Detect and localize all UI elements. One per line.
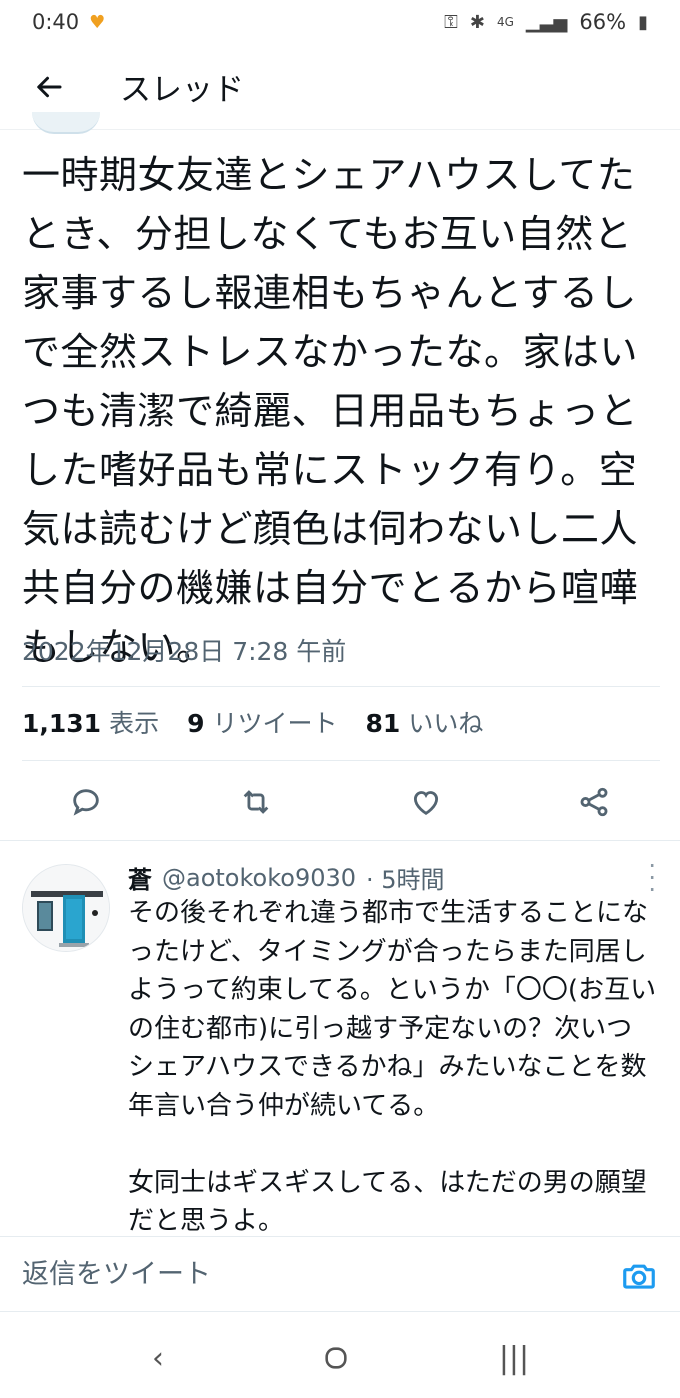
tweet-text: 一時期女友達とシェアハウスしてたとき、分担しなくてもお互い自然と家事するし報連相…	[22, 153, 639, 669]
signal-icon: ▁▃▅	[525, 11, 568, 33]
camera-icon	[623, 1264, 655, 1289]
chevron-left-icon: ‹	[152, 1340, 164, 1376]
reply-composer	[0, 1236, 680, 1312]
status-time: 0:40	[32, 10, 80, 34]
like-button[interactable]	[402, 778, 450, 826]
reply-author-name[interactable]: 蒼	[128, 860, 152, 895]
nav-recents-button[interactable]: |||	[484, 1338, 544, 1378]
likes-label: いいね	[408, 709, 484, 738]
reply-input[interactable]	[22, 1258, 582, 1290]
app-header: スレッド	[0, 44, 680, 130]
retweets-count: 9	[187, 709, 205, 738]
views-count: 1,131	[22, 709, 102, 738]
tweet-actions	[0, 770, 680, 834]
home-circle-icon	[325, 1347, 347, 1369]
like-icon	[413, 791, 439, 815]
more-options-button[interactable]: · · ·	[648, 854, 656, 902]
reply-text: その後それぞれ違う都市で生活することになったけど、タイミングが合ったらまた同居し…	[128, 898, 657, 1236]
recents-icon: |||	[498, 1340, 530, 1376]
status-bar: 0:40 ♥ ⚿ ✱ 4G ▁▃▅ 66% ▮	[0, 0, 680, 44]
views-label: 表示	[109, 709, 160, 738]
divider	[0, 840, 680, 841]
divider	[22, 686, 660, 687]
arrow-left-icon	[37, 76, 62, 97]
retweets-stat[interactable]: 9 リツイート	[187, 704, 337, 740]
network-label: 4G	[496, 15, 514, 29]
camera-button[interactable]	[620, 1257, 658, 1295]
system-nav-bar: ‹ |||	[0, 1314, 680, 1398]
retweet-icon	[243, 790, 269, 814]
nav-home-button[interactable]	[306, 1338, 366, 1378]
divider	[22, 760, 660, 761]
avatar[interactable]	[22, 864, 110, 952]
reply-tweet[interactable]: 蒼 @aotokoko9030 · 5時間 · · · その後それぞれ違う都市で生活…	[0, 848, 680, 1238]
battery-level: 66%	[579, 10, 627, 34]
share-icon	[580, 787, 608, 817]
notification-icon: ♥	[89, 11, 106, 33]
avatar	[32, 112, 100, 134]
bluetooth-icon: ✱	[469, 11, 485, 33]
likes-stat[interactable]: 81 いいね	[366, 704, 484, 740]
retweet-button[interactable]	[232, 778, 280, 826]
reply-time: · 5時間	[366, 866, 445, 894]
retweets-label: リツイート	[212, 709, 338, 738]
key-icon: ⚿	[444, 11, 458, 33]
tweet-timestamp[interactable]: 2022年12月28日 7:28 午前	[22, 632, 346, 668]
reply-icon	[73, 789, 99, 816]
tweet-stats: 1,131 表示 9 リツイート 81 いいね	[22, 704, 483, 740]
reply-author-handle[interactable]: @aotokoko9030	[162, 864, 356, 892]
nav-back-button[interactable]: ‹	[128, 1338, 188, 1378]
avatar-image-icon	[23, 865, 109, 951]
battery-icon: ▮	[638, 11, 648, 33]
views-stat[interactable]: 1,131 表示	[22, 704, 159, 740]
reply-header: 蒼 @aotokoko9030 · 5時間	[128, 860, 445, 895]
status-icons: ⚿ ✱ 4G ▁▃▅ 66% ▮	[444, 10, 648, 34]
page-title: スレッド	[120, 72, 244, 108]
likes-count: 81	[365, 709, 401, 738]
share-button[interactable]	[570, 778, 618, 826]
reply-button[interactable]	[62, 778, 110, 826]
